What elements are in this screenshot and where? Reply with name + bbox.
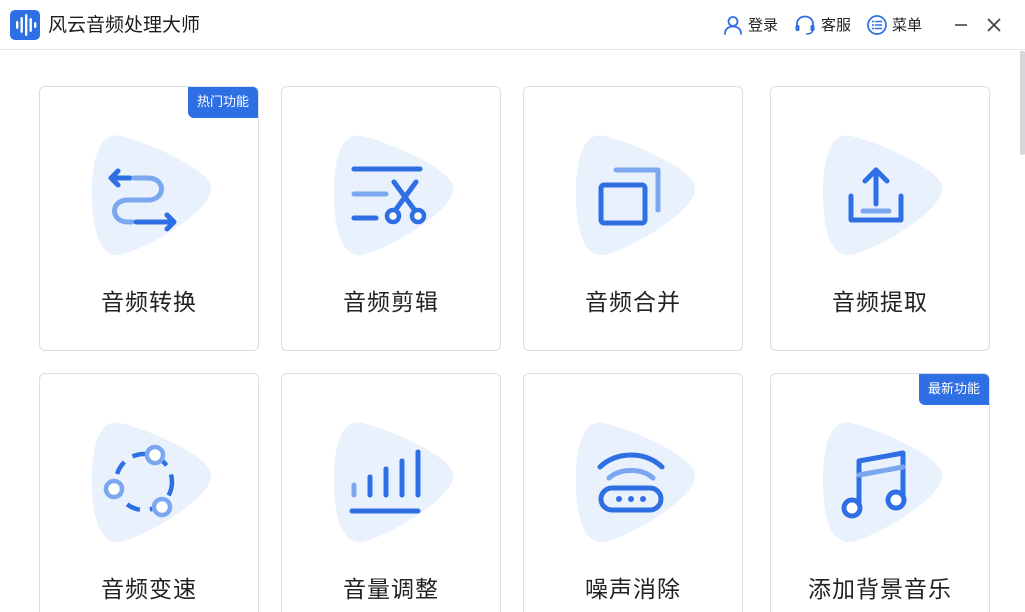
close-icon bbox=[987, 18, 1001, 32]
scrollbar-thumb[interactable] bbox=[1020, 51, 1025, 155]
user-icon bbox=[722, 14, 744, 36]
card-label: 音频变速 bbox=[101, 577, 197, 603]
music-note-icon bbox=[821, 419, 943, 545]
title-bar: 风云音频处理大师 登录 客服 菜单 bbox=[0, 0, 1025, 50]
new-feature-badge: 最新功能 bbox=[918, 374, 989, 405]
menu-button[interactable]: 菜单 bbox=[866, 13, 922, 37]
card-audio-edit[interactable]: 音频剪辑 bbox=[281, 86, 501, 351]
menu-list-icon bbox=[866, 14, 888, 36]
merge-windows-icon bbox=[574, 132, 696, 258]
speed-circle-icon bbox=[90, 419, 212, 545]
app-title: 风云音频处理大师 bbox=[48, 14, 201, 36]
card-label: 音频提取 bbox=[832, 290, 928, 316]
feature-grid: 热门功能 音频转换 音频剪辑 音频合并 音频提取 音频变速 音量调整 噪声消除 … bbox=[0, 51, 1025, 612]
volume-bars-icon bbox=[332, 419, 454, 545]
close-button[interactable] bbox=[982, 13, 1006, 37]
card-label: 噪声消除 bbox=[585, 577, 681, 603]
scissors-edit-icon bbox=[332, 132, 454, 258]
login-button[interactable]: 登录 bbox=[722, 13, 778, 37]
minimize-button[interactable] bbox=[949, 13, 973, 37]
minimize-icon bbox=[955, 24, 967, 26]
card-audio-merge[interactable]: 音频合并 bbox=[523, 86, 743, 351]
menu-label: 菜单 bbox=[892, 16, 923, 34]
card-volume-adjust[interactable]: 音量调整 bbox=[281, 373, 501, 612]
card-noise-removal[interactable]: 噪声消除 bbox=[523, 373, 743, 612]
hot-feature-badge: 热门功能 bbox=[187, 87, 258, 118]
convert-icon bbox=[90, 132, 212, 258]
customer-service-label: 客服 bbox=[821, 16, 852, 34]
app-logo-icon bbox=[10, 10, 40, 40]
card-label: 音频合并 bbox=[585, 290, 681, 316]
card-audio-extract[interactable]: 音频提取 bbox=[770, 86, 990, 351]
card-audio-speed[interactable]: 音频变速 bbox=[39, 373, 259, 612]
noise-router-icon bbox=[574, 419, 696, 545]
headset-icon bbox=[793, 14, 817, 36]
card-add-background-music[interactable]: 最新功能 添加背景音乐 bbox=[770, 373, 990, 612]
card-label: 音量调整 bbox=[343, 577, 439, 603]
upload-extract-icon bbox=[821, 132, 943, 258]
login-label: 登录 bbox=[748, 16, 779, 34]
customer-service-button[interactable]: 客服 bbox=[793, 13, 851, 37]
card-label: 添加背景音乐 bbox=[808, 577, 952, 603]
card-label: 音频转换 bbox=[101, 290, 197, 316]
card-label: 音频剪辑 bbox=[343, 290, 439, 316]
card-audio-convert[interactable]: 热门功能 音频转换 bbox=[39, 86, 259, 351]
